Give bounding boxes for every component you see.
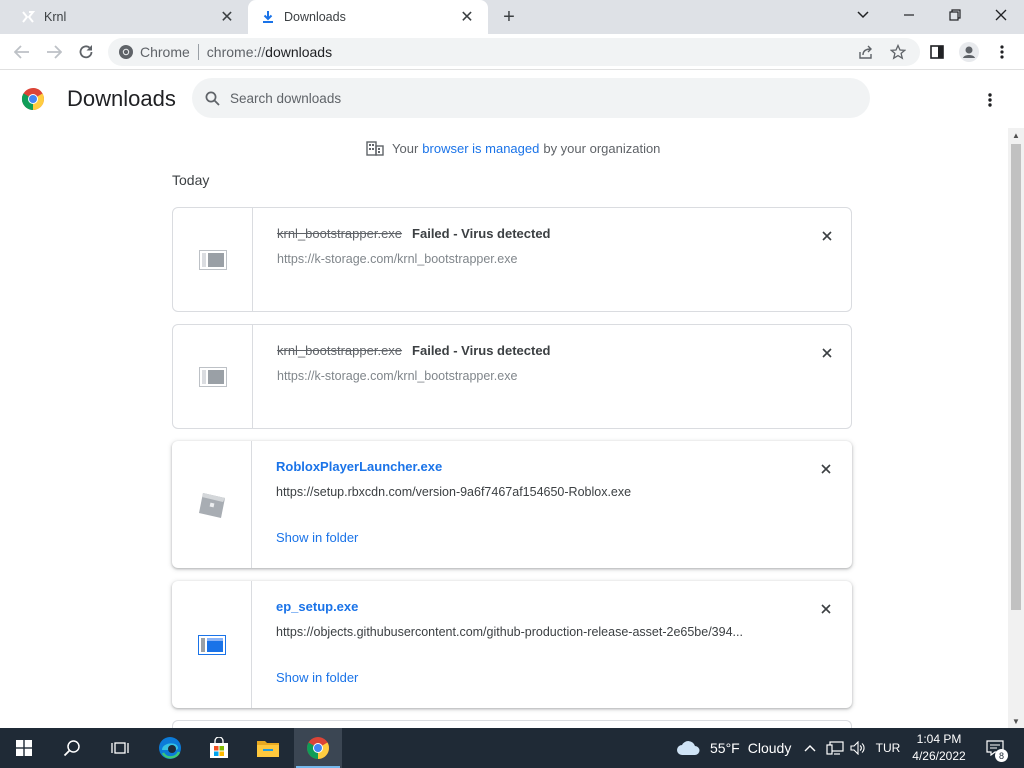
weather-temperature: 55°F [710, 740, 740, 756]
weather-widget[interactable]: 55°F Cloudy [676, 728, 791, 768]
download-url: https://objects.githubusercontent.com/gi… [276, 625, 743, 639]
close-tab-icon[interactable]: ✕ [218, 8, 236, 26]
new-tab-button[interactable]: + [498, 6, 520, 28]
weather-condition: Cloudy [747, 740, 792, 756]
forward-button[interactable] [41, 39, 67, 65]
language-indicator[interactable]: TUR [872, 728, 904, 768]
reload-button[interactable] [73, 39, 99, 65]
remove-download-icon[interactable] [817, 226, 837, 246]
download-item: ep_setup.exe https://objects.githubuserc… [172, 581, 852, 708]
restore-button[interactable] [932, 0, 978, 30]
download-item: RobloxPlayerLauncher.exe https://setup.r… [172, 441, 852, 568]
download-url: https://k-storage.com/krnl_bootstrapper.… [277, 252, 518, 266]
remove-download-icon[interactable] [816, 459, 836, 479]
tab-downloads[interactable]: Downloads ✕ [248, 0, 488, 34]
minimize-button[interactable] [886, 0, 932, 30]
share-icon[interactable] [853, 39, 879, 65]
chrome-logo-icon [21, 87, 45, 116]
download-icon [260, 9, 276, 25]
toolbar: Chrome chrome://downloads [0, 34, 1024, 70]
tab-title: Downloads [284, 10, 346, 24]
search-box[interactable] [192, 78, 870, 118]
remove-download-icon[interactable] [817, 343, 837, 363]
profile-avatar-icon[interactable] [956, 39, 982, 65]
roblox-icon [172, 441, 252, 568]
microsoft-store-icon[interactable] [195, 728, 243, 768]
clock-date: 4/26/2022 [912, 749, 966, 763]
tab-krnl[interactable]: Krnl ✕ [8, 0, 248, 34]
address-bar[interactable]: Chrome chrome://downloads [108, 38, 920, 66]
page-scrollbar[interactable]: ▲ ▼ [1008, 128, 1024, 728]
file-icon [173, 208, 253, 311]
url-host: downloads [265, 44, 333, 60]
chrome-taskbar-icon[interactable] [294, 728, 342, 768]
windows-start-icon[interactable] [0, 728, 48, 768]
file-explorer-icon[interactable] [244, 728, 292, 768]
download-url: https://k-storage.com/krnl_bootstrapper.… [277, 369, 518, 383]
show-hidden-icons-icon[interactable] [800, 728, 820, 768]
chrome-label: Chrome [140, 44, 190, 60]
download-item: krnl_bootstrapper.exe Failed - Virus dete… [172, 207, 852, 312]
back-button[interactable] [9, 39, 35, 65]
building-icon [366, 140, 384, 156]
managed-link[interactable]: browser is managed [422, 141, 539, 156]
managed-suffix: by your organization [543, 140, 661, 156]
chrome-menu-icon[interactable] [989, 39, 1015, 65]
side-panel-icon[interactable] [924, 39, 950, 65]
search-icon[interactable] [48, 728, 96, 768]
scroll-up-icon[interactable]: ▲ [1008, 128, 1024, 142]
tab-search-icon[interactable] [840, 0, 886, 30]
download-status: Failed - Virus detected [412, 343, 551, 358]
krnl-favicon-icon [20, 9, 36, 25]
divider [197, 44, 199, 60]
download-status: Failed - Virus detected [412, 226, 551, 241]
managed-notice: Your browser is managed by your organiza… [366, 140, 660, 156]
show-in-folder-link[interactable]: Show in folder [276, 670, 358, 685]
download-filename: krnl_bootstrapper.exe Failed - Virus dete… [277, 343, 551, 358]
scroll-thumb[interactable] [1011, 144, 1021, 610]
clock-time: 1:04 PM [916, 732, 962, 746]
page-title: Downloads [67, 86, 176, 111]
managed-prefix: Your [392, 140, 419, 156]
volume-icon[interactable] [847, 728, 869, 768]
chrome-icon [118, 44, 134, 60]
clock[interactable]: 1:04 PM 4/26/2022 [906, 731, 972, 765]
show-in-folder-link[interactable]: Show in folder [276, 530, 358, 545]
close-tab-icon[interactable]: ✕ [458, 8, 476, 26]
tab-strip: Krnl ✕ Downloads ✕ + [0, 0, 1024, 34]
downloads-header: Downloads [0, 70, 1024, 128]
filename-text: krnl_bootstrapper.exe [277, 343, 403, 358]
download-url: https://setup.rbxcdn.com/version-9a6f746… [276, 485, 632, 499]
tab-title: Krnl [44, 10, 67, 24]
cloud-icon [676, 740, 700, 756]
installer-icon [172, 581, 252, 708]
date-section-label: Today [172, 172, 210, 188]
scroll-down-icon[interactable]: ▼ [1008, 714, 1024, 728]
edge-browser-icon[interactable] [146, 728, 194, 768]
download-filename: krnl_bootstrapper.exe Failed - Virus dete… [277, 226, 551, 241]
remove-download-icon[interactable] [816, 599, 836, 619]
network-icon[interactable] [823, 728, 847, 768]
task-view-icon[interactable] [96, 728, 144, 768]
download-filename-link[interactable]: RobloxPlayerLauncher.exe [276, 459, 442, 474]
notification-badge: 8 [995, 749, 1008, 762]
more-actions-icon[interactable] [978, 88, 1002, 112]
download-item: krnl_bootstrapper.exe Failed - Virus dete… [172, 324, 852, 429]
url-scheme: chrome:// [206, 44, 266, 60]
notification-center-icon[interactable]: 8 [980, 728, 1010, 768]
file-icon [173, 325, 253, 428]
filename-text: krnl_bootstrapper.exe [277, 226, 403, 241]
download-filename-link[interactable]: ep_setup.exe [276, 599, 358, 614]
search-icon [205, 91, 220, 106]
close-window-button[interactable] [978, 0, 1024, 30]
windows-taskbar: 55°F Cloudy TUR 1:04 PM 4/26/2022 8 [0, 728, 1024, 768]
download-item-partial [172, 720, 852, 728]
search-downloads-input[interactable] [230, 90, 830, 106]
bookmark-star-icon[interactable] [885, 39, 911, 65]
